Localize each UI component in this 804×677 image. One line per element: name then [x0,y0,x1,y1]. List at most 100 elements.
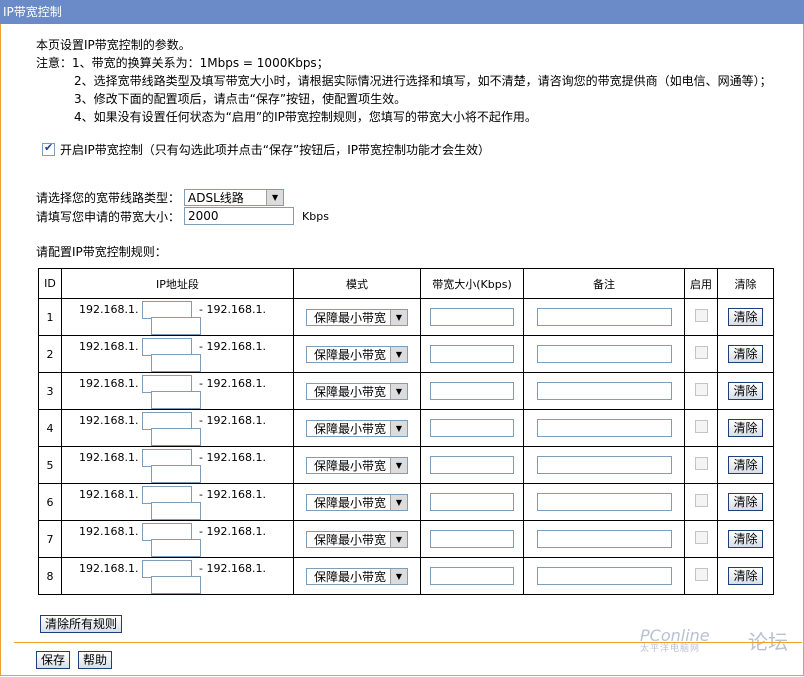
rule-note [523,483,685,521]
rule-enable [684,483,718,521]
note-field[interactable] [536,456,672,474]
clear-button[interactable]: 清除 [728,419,763,437]
rule-enable [684,520,718,558]
rule-enable-checkbox[interactable] [694,494,708,507]
rule-enable-checkbox[interactable] [694,457,708,470]
rule-bandwidth [420,557,524,595]
clear-button[interactable]: 清除 [728,567,763,585]
rule-bandwidth [420,298,524,336]
mode-select[interactable]: 保障最小带宽 ▼ [306,308,408,326]
rule-clear: 清除 [717,372,774,410]
rule-enable-checkbox[interactable] [694,346,708,359]
rule-enable-checkbox[interactable] [694,531,708,544]
note-field[interactable] [536,567,672,585]
bandwidth-field[interactable] [430,567,514,585]
ip-end-input[interactable] [151,539,201,557]
rule-mode: 保障最小带宽 ▼ [293,409,421,447]
ip-end-prefix: - 192.168.1. [199,562,266,575]
clear-all-button[interactable]: 清除所有规则 [40,615,123,633]
mode-select[interactable]: 保障最小带宽 ▼ [306,456,408,474]
rule-row: 1 192.168.1. - 192.168.1. 保障最小带宽 ▼ 清除 [38,298,774,336]
bandwidth-field[interactable] [430,530,514,548]
note-field[interactable] [536,530,672,548]
ip-start-prefix: 192.168.1. [79,525,139,538]
bandwidth-field[interactable] [430,493,514,511]
mode-value: 保障最小带宽 [313,421,386,436]
bandwidth-field[interactable] [430,308,514,326]
col-enable: 启用 [684,268,718,299]
rule-ip-range: 192.168.1. - 192.168.1. [61,298,294,336]
enable-bandwidth-control: 开启IP带宽控制（只有勾选此项并点击“保存”按钮后，IP带宽控制功能才会生效） [42,141,490,158]
rule-note [523,298,685,336]
rule-ip-range: 192.168.1. - 192.168.1. [61,520,294,558]
rule-enable-checkbox[interactable] [694,568,708,581]
rule-enable [684,446,718,484]
note-field[interactable] [536,345,672,363]
rule-clear: 清除 [717,520,774,558]
ip-end-input[interactable] [151,391,201,409]
clear-button[interactable]: 清除 [728,382,763,400]
bandwidth-label: 请填写您申请的带宽大小： [36,209,181,224]
clear-button[interactable]: 清除 [728,308,763,326]
chevron-down-icon: ▼ [390,531,407,547]
ip-end-input[interactable] [151,465,201,483]
mode-value: 保障最小带宽 [313,458,386,473]
note-field[interactable] [536,308,672,326]
rule-id: 3 [38,372,62,410]
rule-id: 8 [38,557,62,595]
mode-select[interactable]: 保障最小带宽 ▼ [306,493,408,511]
bandwidth-input[interactable]: 2000 [184,207,295,225]
ip-end-input[interactable] [151,576,201,594]
rule-clear: 清除 [717,335,774,373]
rule-bandwidth [420,446,524,484]
chevron-down-icon: ▼ [390,420,407,436]
mode-select[interactable]: 保障最小带宽 ▼ [306,382,408,400]
ip-end-input[interactable] [151,354,201,372]
clear-button[interactable]: 清除 [728,456,763,474]
enable-checkbox[interactable] [42,141,55,156]
mode-select[interactable]: 保障最小带宽 ▼ [306,419,408,437]
chevron-down-icon: ▼ [390,346,407,362]
mode-select[interactable]: 保障最小带宽 ▼ [306,567,408,585]
ip-end-input[interactable] [151,428,201,446]
ip-start-prefix: 192.168.1. [79,303,139,316]
ip-start-prefix: 192.168.1. [79,377,139,390]
chevron-down-icon: ▼ [390,309,407,325]
rule-note [523,372,685,410]
rule-row: 8 192.168.1. - 192.168.1. 保障最小带宽 ▼ 清除 [38,557,774,595]
bandwidth-field[interactable] [430,456,514,474]
col-ip-range: IP地址段 [61,268,294,299]
rule-ip-range: 192.168.1. - 192.168.1. [61,557,294,595]
rule-ip-range: 192.168.1. - 192.168.1. [61,335,294,373]
ip-end-prefix: - 192.168.1. [199,414,266,427]
clear-button[interactable]: 清除 [728,530,763,548]
col-bandwidth: 带宽大小(Kbps) [420,268,524,299]
rule-id: 1 [38,298,62,336]
mode-value: 保障最小带宽 [313,532,386,547]
bandwidth-field[interactable] [430,382,514,400]
ip-end-prefix: - 192.168.1. [199,525,266,538]
clear-button[interactable]: 清除 [728,345,763,363]
mode-select[interactable]: 保障最小带宽 ▼ [306,530,408,548]
bandwidth-field[interactable] [430,345,514,363]
ip-range-group: 192.168.1. - 192.168.1. [62,373,293,409]
line-type-select[interactable]: ADSL线路 ▼ [184,189,285,206]
save-button[interactable]: 保存 [36,651,71,669]
note-field[interactable] [536,382,672,400]
clear-button[interactable]: 清除 [728,493,763,511]
bandwidth-field[interactable] [430,419,514,437]
rule-mode: 保障最小带宽 ▼ [293,298,421,336]
note-field[interactable] [536,419,672,437]
rule-enable-checkbox[interactable] [694,420,708,433]
help-button[interactable]: 帮助 [78,651,113,669]
mode-select[interactable]: 保障最小带宽 ▼ [306,345,408,363]
rule-enable-checkbox[interactable] [694,309,708,322]
ip-end-prefix: - 192.168.1. [199,488,266,501]
ip-end-input[interactable] [151,317,201,335]
rule-enable [684,409,718,447]
ip-end-input[interactable] [151,502,201,520]
rule-enable-checkbox[interactable] [694,383,708,396]
note-field[interactable] [536,493,672,511]
rule-note [523,446,685,484]
col-note: 备注 [523,268,685,299]
